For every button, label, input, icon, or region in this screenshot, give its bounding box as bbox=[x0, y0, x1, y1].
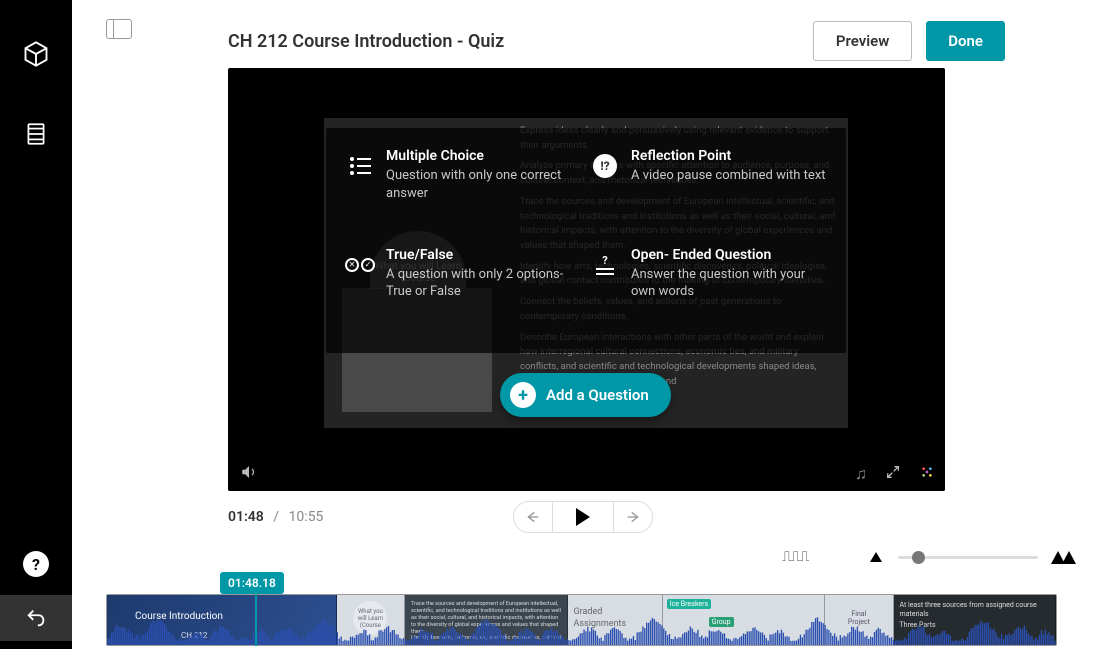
time-separator: / bbox=[273, 509, 279, 525]
prev-button[interactable] bbox=[513, 501, 553, 533]
list-icon bbox=[346, 152, 374, 180]
thumb-label: What you will Learn (Course bbox=[353, 601, 387, 635]
timeline-thumb[interactable]: At least three sources from assigned cou… bbox=[894, 595, 1056, 645]
panel-toggle-icon[interactable] bbox=[106, 19, 132, 39]
fullscreen-icon[interactable] bbox=[885, 464, 901, 484]
done-button[interactable]: Done bbox=[926, 21, 1005, 61]
thumb-label: At least three sources from assigned cou… bbox=[900, 601, 1051, 619]
timeline-thumb[interactable]: Graded Assignments bbox=[568, 595, 663, 645]
back-button[interactable] bbox=[0, 595, 72, 641]
playhead-line[interactable] bbox=[255, 594, 257, 646]
zoom-in-icon[interactable] bbox=[1054, 551, 1076, 564]
next-button[interactable] bbox=[613, 501, 653, 533]
thumb-sublabel: Assignments bbox=[574, 619, 658, 630]
thumb-sublabel: Three Parts bbox=[900, 621, 1051, 630]
question-type-multiple-choice[interactable]: Multiple Choice Question with only one c… bbox=[346, 148, 581, 241]
add-question-button[interactable]: + Add a Question bbox=[500, 373, 671, 417]
header: CH 212 Course Introduction - Quiz Previe… bbox=[72, 16, 1095, 66]
question-type-reflection[interactable]: !? Reflection Point A video pause combin… bbox=[591, 148, 826, 241]
plus-icon: + bbox=[510, 382, 536, 408]
timeline-thumb[interactable]: Ice Breakers Group bbox=[663, 595, 825, 645]
filmstrip-icon[interactable] bbox=[18, 116, 54, 152]
thumb-chip: Ice Breakers bbox=[667, 599, 711, 609]
playhead-timestamp[interactable]: 01:48.18 bbox=[220, 572, 284, 594]
play-icon bbox=[576, 508, 590, 526]
kaltura-logo-icon[interactable] bbox=[919, 464, 935, 484]
timeline-thumb[interactable]: Course Introduction CH 212 bbox=[107, 595, 337, 645]
help-icon[interactable]: ? bbox=[23, 551, 49, 577]
current-time: 01:48 bbox=[228, 509, 264, 525]
qt-desc: A video pause combined with text bbox=[631, 167, 826, 185]
qt-desc: Question with only one correct answer bbox=[386, 167, 581, 202]
thumb-label: Graded bbox=[574, 607, 658, 618]
page-title: CH 212 Course Introduction - Quiz bbox=[228, 31, 504, 52]
timeline-thumb[interactable]: Final Project bbox=[825, 595, 893, 645]
music-note-icon[interactable]: ♫ bbox=[855, 464, 867, 484]
left-sidebar: ? bbox=[0, 0, 72, 649]
qt-title: Multiple Choice bbox=[386, 148, 581, 164]
timeline-thumb[interactable]: What you will Learn (Course bbox=[337, 595, 405, 645]
question-type-picker: Multiple Choice Question with only one c… bbox=[326, 128, 846, 353]
qt-desc: Answer the question with your own words bbox=[631, 266, 826, 301]
time-display: 01:48 / 10:55 bbox=[228, 509, 323, 525]
add-question-label: Add a Question bbox=[546, 386, 649, 404]
thumb-label: Trace the sources and development of Eur… bbox=[411, 601, 562, 642]
duration: 10:55 bbox=[289, 509, 324, 525]
qt-title: True/False bbox=[386, 247, 581, 263]
preview-button[interactable]: Preview bbox=[813, 21, 912, 61]
cube-icon[interactable] bbox=[18, 36, 54, 72]
question-type-open-ended[interactable]: ? Open- Ended Question Answer the questi… bbox=[591, 247, 826, 340]
thumb-label: Course Introduction bbox=[135, 611, 332, 624]
timeline-zoom-controls: ⎍⎍⎍ bbox=[782, 545, 1095, 569]
qt-title: Open- Ended Question bbox=[631, 247, 826, 263]
timeline-play-icon[interactable] bbox=[84, 618, 102, 636]
volume-icon[interactable] bbox=[240, 463, 258, 485]
timeline[interactable]: Course Introduction CH 212 What you will… bbox=[106, 594, 1057, 646]
thumb-chip: Group bbox=[709, 617, 734, 627]
qt-desc: A question with only 2 options- True or … bbox=[386, 266, 581, 301]
zoom-slider[interactable] bbox=[898, 556, 1038, 559]
thumb-label: Final Project bbox=[842, 601, 876, 635]
timeline-thumb[interactable]: Trace the sources and development of Eur… bbox=[405, 595, 567, 645]
play-button[interactable] bbox=[553, 501, 613, 533]
qt-title: Reflection Point bbox=[631, 148, 826, 164]
reflection-icon: !? bbox=[591, 152, 619, 180]
playback-row: 01:48 / 10:55 bbox=[228, 500, 945, 534]
open-ended-icon: ? bbox=[591, 251, 619, 279]
waveform-toggle-icon[interactable]: ⎍⎍⎍ bbox=[782, 549, 808, 565]
video-player: What you will Learn (Course Express idea… bbox=[228, 68, 945, 491]
true-false-icon: ✕✓ bbox=[346, 251, 374, 279]
question-type-true-false[interactable]: ✕✓ True/False A question with only 2 opt… bbox=[346, 247, 581, 340]
video-control-bar: ♫ bbox=[228, 457, 945, 491]
zoom-out-icon[interactable] bbox=[870, 552, 882, 562]
zoom-slider-thumb[interactable] bbox=[912, 551, 925, 564]
